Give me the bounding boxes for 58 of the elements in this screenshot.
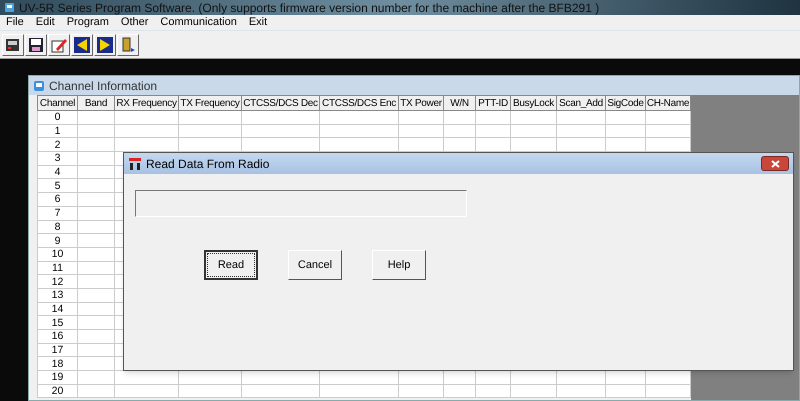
column-header[interactable]: W/N	[444, 96, 476, 110]
column-header[interactable]: Band	[78, 96, 114, 110]
window-title: UV-5R Series Program Software. (Only supports firmware version number for the machine after the BFB291 )	[19, 0, 600, 16]
menu-item[interactable]: Edit	[30, 14, 61, 31]
toolbar-button[interactable]	[2, 34, 24, 56]
table-cell: 9	[38, 234, 78, 248]
table-cell: 2	[38, 138, 78, 152]
child-window-title: Channel Information	[49, 78, 158, 94]
column-header[interactable]: Scan_Add	[556, 96, 606, 110]
table-cell: 5	[38, 178, 78, 193]
table-cell: 12	[38, 274, 78, 288]
column-header[interactable]: RX Frequency	[114, 96, 178, 110]
table-cell: 11	[38, 261, 78, 275]
column-header[interactable]: CTCSS/DCS Enc	[320, 96, 398, 110]
table-cell: 4	[38, 165, 78, 179]
table-cell: 19	[38, 370, 78, 384]
column-header[interactable]: TX Frequency	[178, 96, 242, 110]
column-header[interactable]: CH-Name	[646, 96, 690, 110]
toolbar-button[interactable]	[71, 34, 93, 56]
table-cell: 1	[38, 124, 78, 138]
table-cell: 7	[38, 206, 78, 220]
table-cell: 15	[38, 316, 78, 330]
radio-icon	[128, 156, 142, 170]
toolbar-button[interactable]	[117, 34, 139, 56]
column-header[interactable]: BusyLock	[510, 96, 556, 110]
app-icon	[33, 80, 45, 92]
column-header[interactable]: PTT-ID	[476, 96, 510, 110]
column-header[interactable]: SigCode	[606, 96, 646, 110]
toolbar-button[interactable]	[25, 34, 47, 56]
table-cell: 20	[38, 384, 78, 398]
close-button[interactable]	[761, 156, 789, 171]
column-header[interactable]: Channel	[38, 96, 78, 110]
table-cell: 18	[38, 356, 78, 371]
menu-item[interactable]: File	[0, 14, 30, 31]
table-cell: 13	[38, 288, 78, 302]
table-cell: 14	[38, 302, 78, 316]
table-cell: 17	[38, 343, 78, 357]
toolbar-button[interactable]	[48, 34, 70, 56]
table-cell: 0	[38, 110, 78, 124]
table-cell: 16	[38, 330, 78, 344]
toolbar-button[interactable]	[94, 34, 116, 56]
table-cell: 8	[38, 220, 78, 234]
save-icon	[27, 36, 45, 54]
table-cell: 3	[38, 152, 78, 166]
dialog-title: Read Data From Radio	[146, 156, 270, 172]
dialog-button[interactable]: Help	[372, 250, 426, 280]
menu-item[interactable]: Other	[114, 14, 154, 31]
menu-item[interactable]: Communication	[154, 14, 243, 31]
table-cell: 6	[38, 192, 78, 206]
column-header[interactable]: TX Power	[398, 96, 444, 110]
table-cell: 10	[38, 247, 78, 262]
menu-item[interactable]: Exit	[242, 14, 274, 31]
dialog-button[interactable]: Cancel	[288, 250, 342, 280]
dialog-button[interactable]: Read	[204, 250, 258, 280]
app-icon	[4, 2, 15, 13]
menu-item[interactable]: Program	[60, 14, 115, 31]
column-header[interactable]: CTCSS/DCS Dec	[242, 96, 320, 110]
close-icon	[770, 160, 780, 168]
